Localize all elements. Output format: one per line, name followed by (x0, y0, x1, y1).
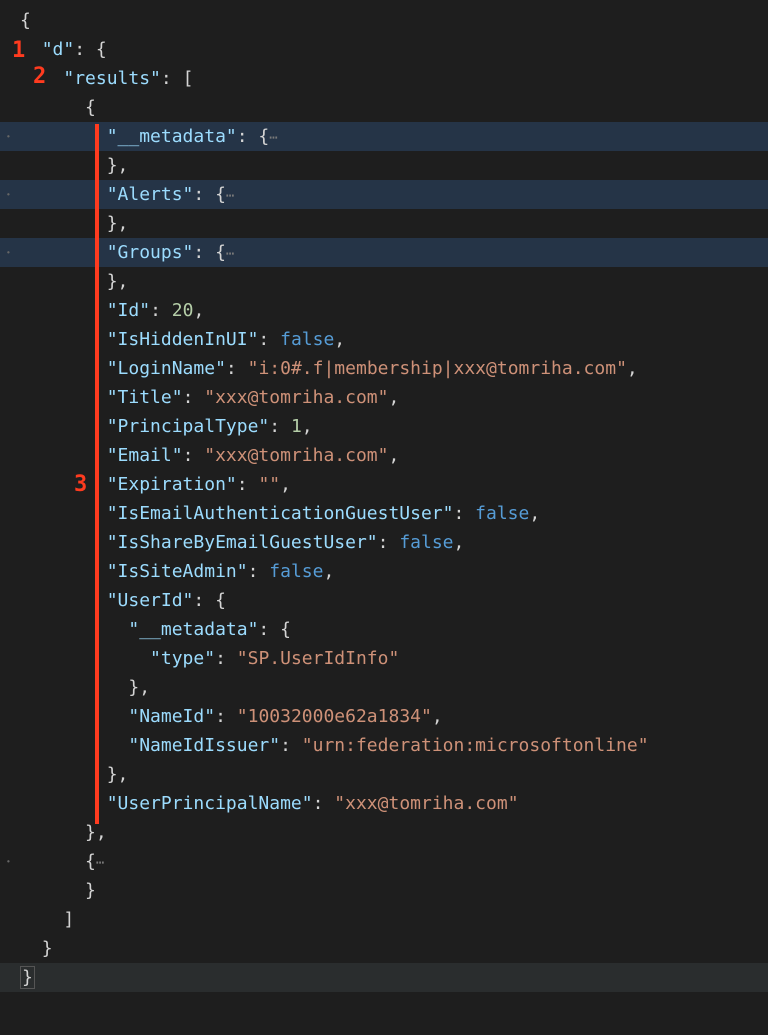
json-number: 1 (291, 416, 302, 437)
fold-ellipsis-icon[interactable]: ⋯ (226, 246, 233, 262)
code-line[interactable]: ] (0, 905, 768, 934)
code-line[interactable]: "IsHiddenInUI": false, (0, 325, 768, 354)
fold-ellipsis-icon[interactable]: ⋯ (226, 188, 233, 204)
code-line[interactable]: "IsShareByEmailGuestUser": false, (0, 528, 768, 557)
json-string: "10032000e62a1834" (237, 706, 432, 727)
code-line[interactable]: "UserPrincipalName": "xxx@tomriha.com" (0, 789, 768, 818)
json-key: "Expiration" (107, 474, 237, 495)
code-line[interactable]: "Expiration": "", (0, 470, 768, 499)
open-brace: { (20, 10, 31, 31)
fold-indicator-icon[interactable]: • (6, 180, 11, 209)
json-key: "__metadata" (128, 619, 258, 640)
json-key: "d" (42, 39, 75, 60)
json-key: "NameId" (128, 706, 215, 727)
code-line[interactable]: "type": "SP.UserIdInfo" (0, 644, 768, 673)
code-line[interactable]: }, (0, 760, 768, 789)
json-key: "PrincipalType" (107, 416, 270, 437)
code-editor[interactable]: 1 2 3 { "d": { "results": [ { • "__metad… (0, 0, 768, 992)
fold-ellipsis-icon[interactable]: ⋯ (96, 855, 103, 871)
json-string: "" (258, 474, 280, 495)
fold-indicator-icon[interactable]: • (6, 122, 11, 151)
code-line[interactable]: } (0, 876, 768, 905)
code-line[interactable]: "results": [ (0, 64, 768, 93)
fold-ellipsis-icon[interactable]: ⋯ (269, 130, 276, 146)
code-line[interactable]: { (0, 6, 768, 35)
fold-indicator-icon[interactable]: • (6, 238, 11, 267)
code-line[interactable]: "NameId": "10032000e62a1834", (0, 702, 768, 731)
json-string: "i:0#.f|membership|xxx@tomriha.com" (248, 358, 627, 379)
json-boolean: false (475, 503, 529, 524)
json-key: "results" (63, 68, 161, 89)
json-key: "IsEmailAuthenticationGuestUser" (107, 503, 454, 524)
fold-indicator-icon[interactable]: • (6, 847, 11, 876)
code-line[interactable]: "Title": "xxx@tomriha.com", (0, 383, 768, 412)
json-string: "xxx@tomriha.com" (204, 387, 388, 408)
code-line[interactable]: }, (0, 267, 768, 296)
json-key: "NameIdIssuer" (128, 735, 280, 756)
json-key: "Alerts" (107, 184, 194, 205)
code-line[interactable]: }, (0, 818, 768, 847)
code-line-folded[interactable]: • "__metadata": {⋯ (0, 122, 768, 151)
code-line[interactable]: "NameIdIssuer": "urn:federation:microsof… (0, 731, 768, 760)
json-key: "Title" (107, 387, 183, 408)
code-line[interactable]: "IsEmailAuthenticationGuestUser": false, (0, 499, 768, 528)
code-line[interactable]: "__metadata": { (0, 615, 768, 644)
code-line[interactable]: "IsSiteAdmin": false, (0, 557, 768, 586)
json-key: "LoginName" (107, 358, 226, 379)
json-key: "type" (150, 648, 215, 669)
json-key: "Email" (107, 445, 183, 466)
json-string: "urn:federation:microsoftonline" (302, 735, 649, 756)
json-boolean: false (280, 329, 334, 350)
json-key: "IsSiteAdmin" (107, 561, 248, 582)
json-key: "IsHiddenInUI" (107, 329, 259, 350)
code-line[interactable]: } (0, 934, 768, 963)
json-key: "UserId" (107, 590, 194, 611)
code-line[interactable]: } (0, 963, 768, 992)
json-key: "__metadata" (107, 126, 237, 147)
code-line[interactable]: "d": { (0, 35, 768, 64)
code-line[interactable]: "UserId": { (0, 586, 768, 615)
json-string: "xxx@tomriha.com" (204, 445, 388, 466)
json-boolean: false (399, 532, 453, 553)
code-line[interactable]: "Email": "xxx@tomriha.com", (0, 441, 768, 470)
code-line[interactable]: "LoginName": "i:0#.f|membership|xxx@tomr… (0, 354, 768, 383)
code-line[interactable]: "PrincipalType": 1, (0, 412, 768, 441)
json-string: "SP.UserIdInfo" (237, 648, 400, 669)
json-key: "IsShareByEmailGuestUser" (107, 532, 378, 553)
code-line[interactable]: { (0, 93, 768, 122)
json-string: "xxx@tomriha.com" (334, 793, 518, 814)
code-line-folded[interactable]: • "Alerts": {⋯ (0, 180, 768, 209)
json-boolean: false (269, 561, 323, 582)
code-line[interactable]: }, (0, 209, 768, 238)
json-number: 20 (172, 300, 194, 321)
json-key: "UserPrincipalName" (107, 793, 313, 814)
json-key: "Groups" (107, 242, 194, 263)
code-line[interactable]: }, (0, 673, 768, 702)
code-line-folded[interactable]: • "Groups": {⋯ (0, 238, 768, 267)
code-line-folded[interactable]: • {⋯ (0, 847, 768, 876)
json-key: "Id" (107, 300, 150, 321)
code-line[interactable]: }, (0, 151, 768, 180)
code-line[interactable]: "Id": 20, (0, 296, 768, 325)
